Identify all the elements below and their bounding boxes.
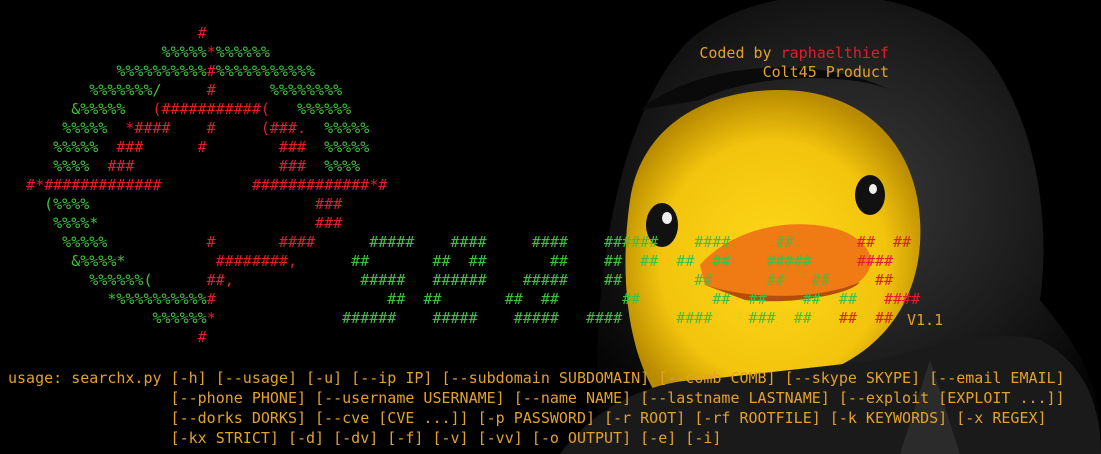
ascii-segment: (%%%% [8,195,90,213]
ascii-segment: # [206,81,216,99]
ascii-segment: ##, [152,271,234,289]
ascii-segment: &%%%%% [8,100,153,118]
ascii-segment: %%%% [324,157,361,175]
ascii-segment: %%%%%% [297,100,352,118]
coded-by-label: Coded by [699,44,781,62]
ascii-segment: ## ## [829,233,912,251]
usage-line: [-kx STRICT] [-d] [-dv] [-f] [-v] [-vv] … [8,429,722,447]
ascii-segment: %%%%% [8,233,108,251]
ascii-segment: &%%%%* [8,252,126,270]
ascii-segment: * [206,43,216,61]
version-label: V1.1 [907,311,944,329]
ascii-segment: ## ## [829,309,894,327]
usage-text: usage: searchx.py [-h] [--usage] [-u] [-… [8,368,1065,448]
ascii-segment: ## ## ## ## ## ## ## ## ##### [297,252,830,270]
ascii-segment: %%%%% [324,119,370,137]
ascii-segment: %%%%%%%%%% [8,62,207,80]
ascii-segment: %%%%%% [8,309,207,327]
ascii-segment: %%%%* [8,214,99,232]
ascii-segment: #*############# #############*# [8,176,388,194]
ascii-segment: %%%% [8,157,108,175]
ascii-segment: %%%%% [8,43,207,61]
ascii-segment: ########, [125,252,297,270]
ascii-segment: ## [856,271,894,289]
ascii-segment: ## ## ## ## ## ## ## ## ## [215,290,884,308]
ascii-segment: *#### # (###. [125,119,325,137]
ascii-segment: ##### #### #### ###### #### ## [315,233,830,251]
ascii-segment: # [8,24,207,42]
ascii-segment: (###########( [152,100,297,118]
usage-line: [--dorks DORKS] [--cve [CVE ...]] [-p PA… [8,409,1047,427]
terminal-output: # %%%%%*%%%%%% %%%%%%%%%%#%%%%%%%%%%% %%… [0,0,1101,454]
ascii-segment: %%%%%%%%%%% [215,62,316,80]
credit-block: Coded by raphaelthief Colt45 Product [699,44,889,82]
ascii-segment: ### [98,214,343,232]
ascii-segment: *%%%%%%%%%% [8,290,207,308]
ascii-segment: ### # ### [116,138,325,156]
ascii-segment: %%%%% [324,138,370,156]
ascii-segment: %%%%%%%/ [8,81,207,99]
author-name: raphaelthief [780,44,889,62]
ascii-segment: ### [89,195,343,213]
product-name: Colt45 Product [762,63,889,81]
ascii-segment: # [206,62,216,80]
usage-line: usage: searchx.py [-h] [--usage] [-u] [-… [8,369,1065,387]
coded-by-line: Coded by raphaelthief [699,44,889,63]
ascii-segment: #### [884,290,921,308]
ascii-segment: # [8,328,207,346]
ascii-segment: %%%%%% [215,43,270,61]
ascii-segment: %%%%% [8,119,126,137]
ascii-segment: ### ### [107,157,325,175]
ascii-segment: * [206,309,216,327]
ascii-segment: %%%%% [8,138,117,156]
ascii-segment: ###### ##### ##### #### #### ### ## [215,309,830,327]
ascii-segment: %%%%%%( [8,271,153,289]
ascii-segment: #### [829,252,894,270]
ascii-segment: %%%%%%%% [215,81,343,99]
ascii-segment: ##### ###### ##### ## ## ## ## [233,271,857,289]
ascii-segment: # #### [107,233,316,251]
usage-line: [--phone PHONE] [--username USERNAME] [-… [8,389,1065,407]
ascii-segment: # [206,290,216,308]
